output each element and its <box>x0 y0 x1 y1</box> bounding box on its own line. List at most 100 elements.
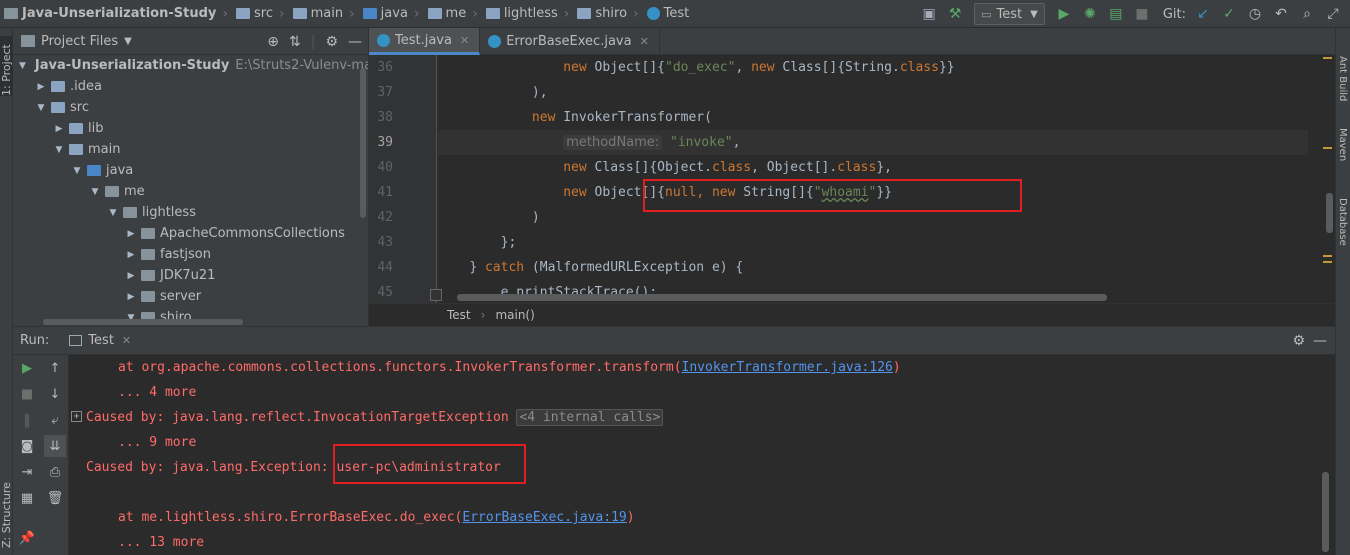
chevron-down-icon: ▼ <box>91 186 99 197</box>
line-number: 39 <box>377 135 393 150</box>
tree-item-fastjson[interactable]: ▶ fastjson <box>13 244 368 265</box>
chevron-down-icon[interactable]: ▼ <box>124 36 132 47</box>
stop-icon[interactable]: ■ <box>16 383 38 405</box>
line-number: 44 <box>377 260 393 275</box>
search-icon[interactable]: ⌕ <box>1296 3 1318 25</box>
package-icon <box>141 270 155 281</box>
soft-wrap-icon[interactable]: ⤶ <box>44 409 66 431</box>
console-line: at me.lightless.shiro.ErrorBaseExec.do_e… <box>118 510 635 525</box>
breadcrumb-test[interactable]: Test <box>643 0 694 28</box>
source-folder-icon <box>87 165 101 176</box>
breadcrumb-shiro[interactable]: shiro › <box>573 0 642 28</box>
layout-icon[interactable]: ▦ <box>16 487 38 509</box>
trash-icon[interactable]: 🗑 <box>44 487 66 509</box>
ant-build-tool-button[interactable]: Ant Build <box>1337 56 1348 101</box>
breadcrumb-src[interactable]: src › <box>232 0 289 28</box>
breadcrumb-me[interactable]: me › <box>424 0 482 28</box>
project-panel-header: Project Files ▼ ⊕ ⇅ | ⚙ — <box>13 28 368 55</box>
line-number: 37 <box>377 85 393 100</box>
git-revert-icon[interactable]: ↶ <box>1270 3 1292 25</box>
pause-icon[interactable]: ‖ <box>16 409 38 431</box>
internal-calls-folding[interactable]: <4 internal calls> <box>516 409 664 426</box>
breadcrumb-java[interactable]: java › <box>359 0 424 28</box>
database-tool-button[interactable]: Database <box>1337 198 1348 246</box>
chevron-down-icon: ▼ <box>55 144 63 155</box>
navigation-bar: Java-Unserialization-Study › src › main › j… <box>0 0 1350 28</box>
close-icon[interactable]: ✕ <box>460 34 469 47</box>
class-icon <box>646 7 660 20</box>
chevron-down-icon: ▼ <box>37 102 45 113</box>
breadcrumb-main[interactable]: main › <box>289 0 359 28</box>
pin-icon[interactable]: 📌 <box>16 527 38 549</box>
git-history-icon[interactable]: ◷ <box>1244 3 1266 25</box>
tree-item-apachecommonscollections[interactable]: ▶ ApacheCommonsCollections <box>13 223 368 244</box>
breadcrumb-lightless[interactable]: lightless › <box>482 0 574 28</box>
folder-icon <box>362 8 377 19</box>
stop-icon[interactable]: ■ <box>1131 3 1153 25</box>
project-structure-icon[interactable]: ▣ <box>918 3 940 25</box>
line-number: 36 <box>377 60 393 75</box>
run-tab-test[interactable]: Test ✕ <box>69 333 131 348</box>
run-label: Run: <box>20 333 50 348</box>
stacktrace-link[interactable]: InvokerTransformer.java:126 <box>682 360 893 375</box>
tree-item-src[interactable]: ▼ src <box>13 97 368 118</box>
parameter-hint: methodName: <box>563 135 663 150</box>
breadcrumb-project[interactable]: Java-Unserialization-Study › <box>0 0 232 28</box>
tree-item-java[interactable]: ▼ java <box>13 160 368 181</box>
git-commit-icon[interactable]: ✓ <box>1218 3 1240 25</box>
print-icon[interactable]: ⎙ <box>44 461 66 483</box>
tree-item-jdk7u21[interactable]: ▶ JDK7u21 <box>13 265 368 286</box>
tab-test-java[interactable]: Test.java ✕ <box>369 28 481 55</box>
locate-icon[interactable]: ⊕ <box>267 34 279 50</box>
tree-item-root[interactable]: ▼ Java-Unserialization-Study E:\Struts2-… <box>13 55 368 76</box>
horizontal-scrollbar[interactable] <box>43 319 243 325</box>
rerun-icon[interactable]: ▶ <box>16 357 38 379</box>
horizontal-scrollbar[interactable] <box>457 294 1107 301</box>
chevron-down-icon: ▼ <box>73 165 81 176</box>
breadcrumb-class[interactable]: Test <box>447 308 471 322</box>
tree-item-server[interactable]: ▶ server <box>13 286 368 307</box>
folder-icon <box>51 102 65 113</box>
breadcrumb-method[interactable]: main() <box>495 308 534 322</box>
tab-errorbaseexec-java[interactable]: ErrorBaseExec.java ✕ <box>480 28 660 55</box>
close-icon[interactable]: ✕ <box>640 35 649 48</box>
gear-icon[interactable]: ⚙ <box>325 34 338 50</box>
console-line: + Caused by: java.lang.reflect.Invocation… <box>71 405 664 430</box>
project-tool-button[interactable]: 1: Project <box>0 36 13 96</box>
vertical-scrollbar[interactable] <box>1326 193 1333 233</box>
gear-icon[interactable]: ⚙ <box>1292 333 1305 349</box>
git-update-icon[interactable]: ↙ <box>1192 3 1214 25</box>
down-arrow-icon[interactable]: ↓ <box>44 383 66 405</box>
project-view-selector[interactable]: Project Files <box>41 34 118 49</box>
run-configuration-select[interactable]: ▭ Test ▼ <box>974 3 1045 25</box>
minimize-icon[interactable]: — <box>348 34 362 50</box>
tree-item-lib[interactable]: ▶ lib <box>13 118 368 139</box>
tree-item-main[interactable]: ▼ main <box>13 139 368 160</box>
minimize-icon[interactable]: — <box>1313 333 1327 349</box>
camera-icon[interactable]: ◙ <box>16 435 38 457</box>
structure-tool-button[interactable]: Z: Structure <box>0 468 13 548</box>
coverage-icon[interactable]: ▤ <box>1105 3 1127 25</box>
maven-tool-button[interactable]: Maven <box>1337 128 1348 161</box>
project-tree: ▼ Java-Unserialization-Study E:\Struts2-… <box>13 55 368 326</box>
highlight-box <box>333 444 526 484</box>
stacktrace-link[interactable]: ErrorBaseExec.java:19 <box>462 510 626 525</box>
collapse-all-icon[interactable]: ⇅ <box>289 34 301 50</box>
build-hammer-icon[interactable]: ⚒ <box>944 3 966 25</box>
vertical-scrollbar[interactable] <box>1322 472 1329 552</box>
expand-icon[interactable]: + <box>71 411 82 422</box>
up-arrow-icon[interactable]: ↑ <box>44 357 66 379</box>
scroll-to-end-icon[interactable]: ⇊ <box>44 435 66 457</box>
tree-item-idea[interactable]: ▶ .idea <box>13 76 368 97</box>
run-panel-header: Run: Test ✕ ⚙ — <box>13 327 1335 355</box>
expand-icon[interactable]: ⤢ <box>1322 3 1344 25</box>
exit-icon[interactable]: ⇥ <box>16 461 38 483</box>
vertical-scrollbar[interactable] <box>360 68 366 218</box>
console-output[interactable]: at org.apache.commons.collections.functo… <box>70 355 1320 555</box>
run-icon[interactable]: ▶ <box>1053 3 1075 25</box>
tree-item-me[interactable]: ▼ me <box>13 181 368 202</box>
close-icon[interactable]: ✕ <box>122 334 131 347</box>
chevron-down-icon: ▼ <box>1030 8 1038 20</box>
debug-icon[interactable]: ✺ <box>1079 3 1101 25</box>
tree-item-lightless[interactable]: ▼ lightless <box>13 202 368 223</box>
